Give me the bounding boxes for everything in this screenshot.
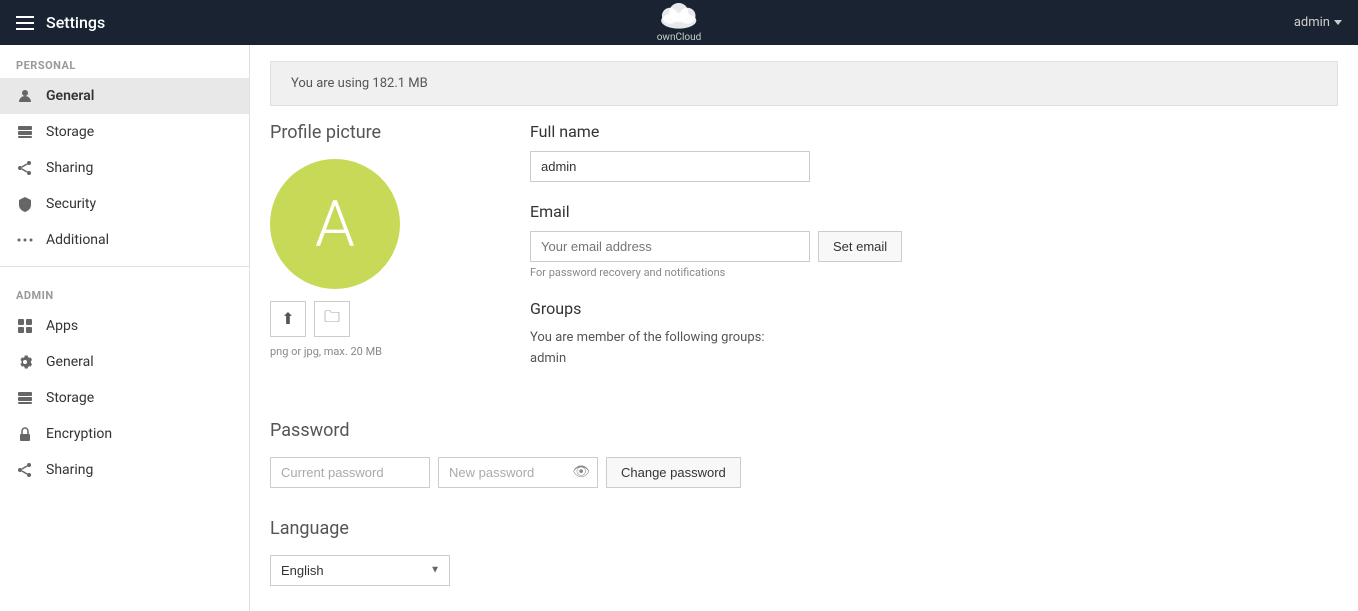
logo-text: ownCloud (657, 32, 702, 43)
avatar-upload-button[interactable]: ⬆ (270, 301, 306, 337)
current-password-input[interactable] (270, 457, 430, 488)
groups-value: admin (530, 349, 1338, 370)
sidebar-item-admin-sharing[interactable]: Sharing (0, 452, 249, 488)
full-name-group: Full name (530, 122, 1338, 182)
user-menu[interactable]: admin (1294, 15, 1342, 30)
sidebar-item-admin-sharing-label: Sharing (46, 462, 93, 478)
full-name-input[interactable] (530, 151, 810, 182)
sidebar-item-admin-storage[interactable]: Storage (0, 380, 249, 416)
main-content: You are using 182.1 MB Profile picture A… (250, 45, 1358, 611)
usage-text: You are using 182.1 MB (291, 76, 428, 91)
sidebar: Personal General Storage Sharing Securit… (0, 45, 250, 611)
profile-fields: Full name Email Set email For password r… (530, 122, 1338, 390)
sidebar-item-apps[interactable]: Apps (0, 308, 249, 344)
sidebar-item-storage-label: Storage (46, 124, 94, 140)
sidebar-item-admin-storage-label: Storage (46, 390, 94, 406)
topbar: Settings ownCloud admin (0, 0, 1358, 45)
sidebar-item-admin-general-label: General (46, 354, 94, 370)
personal-section-label: Personal (0, 45, 249, 78)
language-section: Language English German French (270, 518, 1338, 586)
usage-banner: You are using 182.1 MB (270, 61, 1338, 106)
avatar-folder-button[interactable]: 🗀 (314, 301, 350, 337)
logo: ownCloud (657, 3, 702, 43)
groups-text: You are member of the following groups: (530, 328, 1338, 349)
apps-icon (16, 317, 34, 335)
email-hint: For password recovery and notifications (530, 266, 1338, 279)
sidebar-item-additional-label: Additional (46, 232, 109, 248)
language-select-wrap: English German French (270, 555, 450, 586)
sidebar-item-apps-label: Apps (46, 318, 78, 334)
sidebar-item-sharing-label: Sharing (46, 160, 93, 176)
storage-icon (16, 123, 34, 141)
full-name-label: Full name (530, 122, 1338, 141)
email-group: Email Set email For password recovery an… (530, 202, 1338, 279)
storage-icon-admin (16, 389, 34, 407)
user-label: admin (1294, 15, 1330, 30)
password-row: 👁 Change password (270, 457, 1338, 488)
dots-icon (16, 231, 34, 249)
shield-icon (16, 195, 34, 213)
profile-section: Profile picture A ⬆ 🗀 png or jpg, max. 2… (270, 122, 1338, 390)
email-input[interactable] (530, 231, 810, 262)
sidebar-item-security-label: Security (46, 196, 96, 212)
admin-section-label: Admin (0, 275, 249, 308)
sidebar-item-encryption-label: Encryption (46, 426, 112, 442)
user-menu-caret (1334, 20, 1342, 25)
sharing-icon (16, 159, 34, 177)
sharing-icon-admin (16, 461, 34, 479)
sidebar-item-security[interactable]: Security (0, 186, 249, 222)
avatar-letter: A (315, 187, 355, 262)
avatar-hint: png or jpg, max. 20 MB (270, 345, 470, 358)
app-title: Settings (46, 13, 105, 32)
avatar-actions: ⬆ 🗀 (270, 301, 470, 337)
person-icon (16, 87, 34, 105)
language-label: Language (270, 518, 1338, 539)
sidebar-item-general[interactable]: General (0, 78, 249, 114)
password-label: Password (270, 420, 1338, 441)
change-password-button[interactable]: Change password (606, 457, 741, 488)
lock-icon (16, 425, 34, 443)
avatar: A (270, 159, 400, 289)
toggle-password-icon[interactable]: 👁 (572, 464, 590, 480)
set-email-button[interactable]: Set email (818, 231, 902, 262)
email-row: Set email (530, 231, 1338, 262)
email-label: Email (530, 202, 1338, 221)
password-section: Password 👁 Change password (270, 420, 1338, 488)
sidebar-item-admin-general[interactable]: General (0, 344, 249, 380)
menu-button[interactable] (16, 16, 34, 30)
sidebar-item-encryption[interactable]: Encryption (0, 416, 249, 452)
groups-group: Groups You are member of the following g… (530, 299, 1338, 370)
sidebar-item-storage[interactable]: Storage (0, 114, 249, 150)
profile-picture-area: Profile picture A ⬆ 🗀 png or jpg, max. 2… (270, 122, 470, 390)
profile-picture-label: Profile picture (270, 122, 470, 143)
sidebar-divider (0, 266, 249, 267)
new-password-wrap: 👁 (438, 457, 598, 488)
groups-label: Groups (530, 299, 1338, 318)
language-select[interactable]: English German French (270, 555, 450, 586)
sidebar-item-sharing[interactable]: Sharing (0, 150, 249, 186)
sidebar-item-general-label: General (46, 88, 94, 104)
sidebar-item-additional[interactable]: Additional (0, 222, 249, 258)
gear-icon (16, 353, 34, 371)
